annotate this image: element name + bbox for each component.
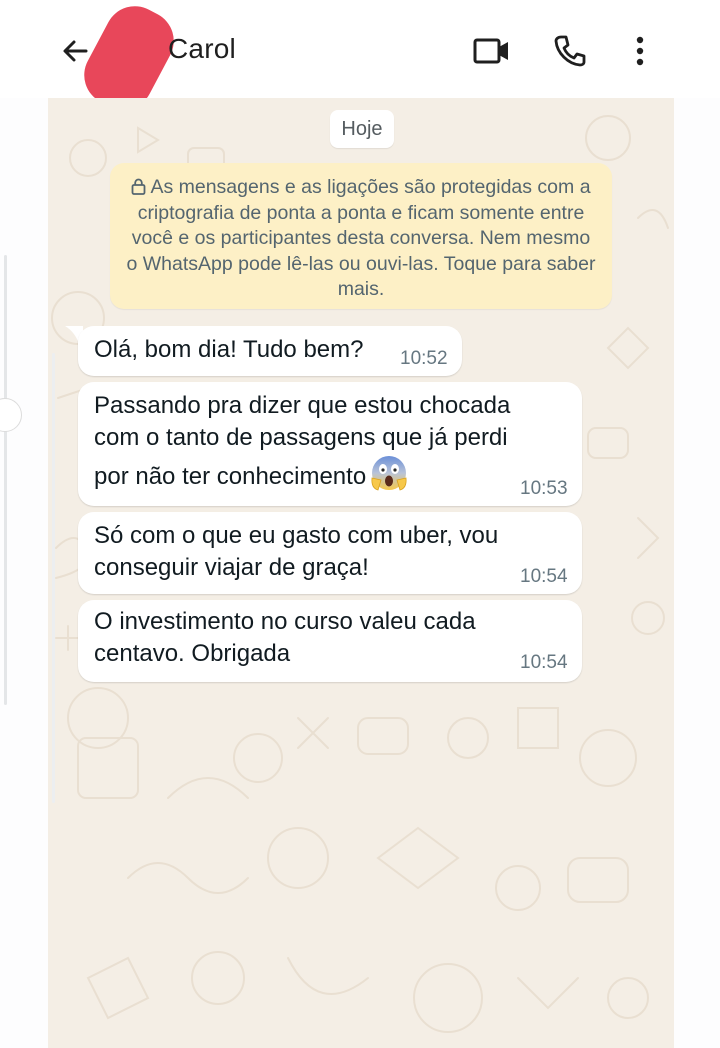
chat-area[interactable]: Hoje As mensagens e as ligações são prot… — [48, 98, 674, 1048]
message-text: Só com o que eu gasto com uber, vou cons… — [94, 522, 499, 581]
screaming-face-emoji — [371, 456, 407, 491]
message-time: 10:53 — [520, 478, 568, 499]
message-bubble[interactable]: Olá, bom dia! Tudo bem? 10:52 — [78, 326, 462, 376]
scroll-rail-left — [4, 255, 7, 705]
more-vertical-icon[interactable] — [630, 34, 650, 68]
date-chip: Hoje — [330, 110, 394, 148]
message-text: O investimento no curso valeu cada centa… — [94, 608, 476, 667]
message-bubble[interactable]: Passando pra dizer que estou chocada com… — [78, 382, 582, 506]
encryption-notice[interactable]: As mensagens e as ligações são protegida… — [110, 163, 612, 309]
contact-name[interactable]: Carol — [168, 33, 236, 65]
message-time: 10:54 — [520, 566, 568, 587]
arrow-left-icon[interactable] — [60, 36, 90, 66]
message-time: 10:54 — [520, 652, 568, 673]
message-bubble[interactable]: Só com o que eu gasto com uber, vou cons… — [78, 512, 582, 594]
message-text: Passando pra dizer que estou chocada com… — [94, 390, 510, 493]
chat-header: Carol — [0, 0, 720, 121]
message-bubble[interactable]: O investimento no curso valeu cada centa… — [78, 600, 582, 682]
lock-icon — [132, 178, 146, 195]
encryption-notice-body: As mensagens e as ligações são protegida… — [124, 175, 598, 303]
message-text: Olá, bom dia! Tudo bem? — [94, 336, 364, 363]
phone-icon[interactable] — [553, 34, 587, 68]
scroll-handle[interactable] — [0, 398, 22, 432]
message-text-content: Passando pra dizer que estou chocada com… — [94, 392, 511, 490]
video-camera-icon[interactable] — [472, 34, 512, 68]
scroll-rail — [52, 353, 55, 803]
message-time: 10:52 — [400, 348, 448, 369]
encryption-notice-text: As mensagens e as ligações são protegida… — [126, 176, 596, 300]
